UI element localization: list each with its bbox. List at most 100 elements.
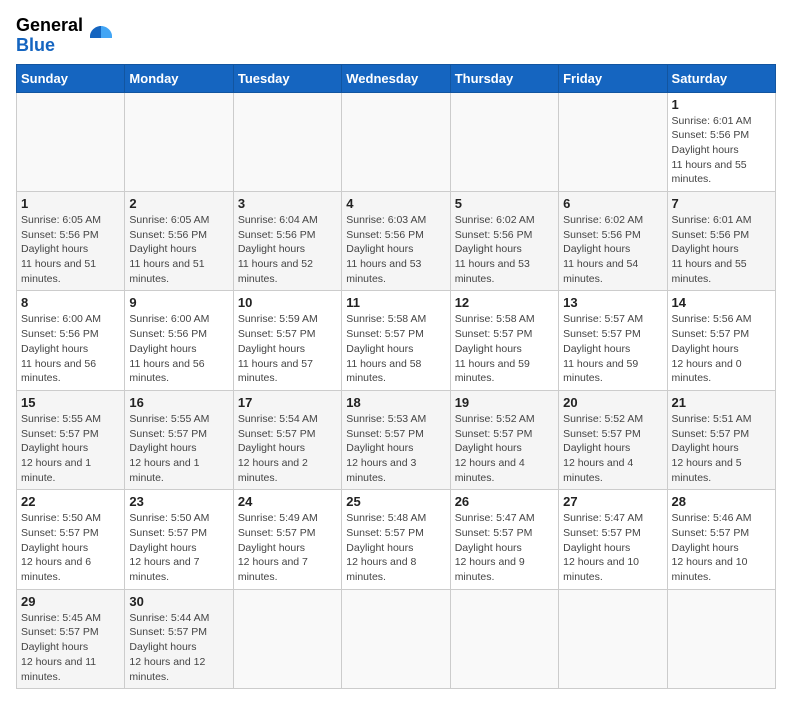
calendar-cell	[342, 92, 450, 191]
page-header: General Blue	[16, 16, 776, 56]
calendar-cell: 1 Sunrise: 6:01 AMSunset: 5:56 PMDaylight…	[667, 92, 775, 191]
calendar-cell: 10 Sunrise: 5:59 AMSunset: 5:57 PMDayligh…	[233, 291, 341, 390]
day-info: Sunrise: 5:46 AMSunset: 5:57 PMDaylight …	[672, 511, 771, 584]
calendar-cell	[667, 589, 775, 688]
calendar-cell: 24 Sunrise: 5:49 AMSunset: 5:57 PMDayligh…	[233, 490, 341, 589]
day-number: 10	[238, 295, 337, 310]
calendar-cell: 8 Sunrise: 6:00 AMSunset: 5:56 PMDaylight…	[17, 291, 125, 390]
calendar-cell: 25 Sunrise: 5:48 AMSunset: 5:57 PMDayligh…	[342, 490, 450, 589]
calendar-cell: 30 Sunrise: 5:44 AMSunset: 5:57 PMDayligh…	[125, 589, 233, 688]
day-number: 7	[672, 196, 771, 211]
day-number: 11	[346, 295, 445, 310]
day-info: Sunrise: 6:05 AMSunset: 5:56 PMDaylight …	[21, 213, 120, 286]
day-info: Sunrise: 5:54 AMSunset: 5:57 PMDaylight …	[238, 412, 337, 485]
calendar-cell: 28 Sunrise: 5:46 AMSunset: 5:57 PMDayligh…	[667, 490, 775, 589]
day-info: Sunrise: 5:58 AMSunset: 5:57 PMDaylight …	[346, 312, 445, 385]
calendar-cell: 27Sunrise: 5:47 AMSunset: 5:57 PMDayligh…	[559, 490, 667, 589]
day-number: 24	[238, 494, 337, 509]
day-info: Sunrise: 5:45 AMSunset: 5:57 PMDaylight …	[21, 611, 120, 684]
calendar-cell: 26 Sunrise: 5:47 AMSunset: 5:57 PMDayligh…	[450, 490, 558, 589]
calendar-cell: 19 Sunrise: 5:52 AMSunset: 5:57 PMDayligh…	[450, 390, 558, 489]
day-info: Sunrise: 5:50 AMSunset: 5:57 PMDaylight …	[129, 511, 228, 584]
day-number: 1	[672, 97, 771, 112]
day-info: Sunrise: 6:02 AMSunset: 5:56 PMDaylight …	[563, 213, 662, 286]
calendar-cell	[559, 589, 667, 688]
calendar-cell: 2Sunrise: 6:05 AMSunset: 5:56 PMDaylight…	[125, 192, 233, 291]
calendar-cell	[450, 589, 558, 688]
day-number: 15	[21, 395, 120, 410]
calendar-week-6: 29Sunrise: 5:45 AMSunset: 5:57 PMDayligh…	[17, 589, 776, 688]
calendar-cell: 16Sunrise: 5:55 AMSunset: 5:57 PMDayligh…	[125, 390, 233, 489]
day-number: 17	[238, 395, 337, 410]
day-number: 1	[21, 196, 120, 211]
day-number: 14	[672, 295, 771, 310]
calendar-cell: 7 Sunrise: 6:01 AMSunset: 5:56 PMDaylight…	[667, 192, 775, 291]
calendar-week-4: 15 Sunrise: 5:55 AMSunset: 5:57 PMDayligh…	[17, 390, 776, 489]
day-number: 2	[129, 196, 228, 211]
day-info: Sunrise: 5:47 AMSunset: 5:57 PMDaylight …	[563, 511, 662, 584]
calendar-cell	[17, 92, 125, 191]
day-info: Sunrise: 5:48 AMSunset: 5:57 PMDaylight …	[346, 511, 445, 584]
header-row: SundayMondayTuesdayWednesdayThursdayFrid…	[17, 64, 776, 92]
logo-icon	[87, 22, 115, 50]
day-number: 13	[563, 295, 662, 310]
day-number: 8	[21, 295, 120, 310]
calendar-cell	[559, 92, 667, 191]
calendar-cell: 14Sunrise: 5:56 AMSunset: 5:57 PMDayligh…	[667, 291, 775, 390]
calendar-cell: 20Sunrise: 5:52 AMSunset: 5:57 PMDayligh…	[559, 390, 667, 489]
day-number: 20	[563, 395, 662, 410]
day-header-thursday: Thursday	[450, 64, 558, 92]
day-header-saturday: Saturday	[667, 64, 775, 92]
day-info: Sunrise: 5:59 AMSunset: 5:57 PMDaylight …	[238, 312, 337, 385]
day-header-tuesday: Tuesday	[233, 64, 341, 92]
day-number: 26	[455, 494, 554, 509]
logo-general: General	[16, 15, 83, 35]
day-number: 4	[346, 196, 445, 211]
calendar-cell	[342, 589, 450, 688]
calendar-week-2: 1 Sunrise: 6:05 AMSunset: 5:56 PMDaylight…	[17, 192, 776, 291]
day-header-friday: Friday	[559, 64, 667, 92]
day-header-monday: Monday	[125, 64, 233, 92]
calendar-cell: 5 Sunrise: 6:02 AMSunset: 5:56 PMDaylight…	[450, 192, 558, 291]
day-info: Sunrise: 5:55 AMSunset: 5:57 PMDaylight …	[129, 412, 228, 485]
calendar-cell: 6Sunrise: 6:02 AMSunset: 5:56 PMDaylight…	[559, 192, 667, 291]
day-number: 30	[129, 594, 228, 609]
calendar-cell: 17 Sunrise: 5:54 AMSunset: 5:57 PMDayligh…	[233, 390, 341, 489]
calendar-table: SundayMondayTuesdayWednesdayThursdayFrid…	[16, 64, 776, 690]
calendar-cell	[233, 589, 341, 688]
calendar-cell: 22Sunrise: 5:50 AMSunset: 5:57 PMDayligh…	[17, 490, 125, 589]
calendar-cell: 23Sunrise: 5:50 AMSunset: 5:57 PMDayligh…	[125, 490, 233, 589]
calendar-week-3: 8 Sunrise: 6:00 AMSunset: 5:56 PMDaylight…	[17, 291, 776, 390]
day-info: Sunrise: 5:55 AMSunset: 5:57 PMDaylight …	[21, 412, 120, 485]
day-number: 28	[672, 494, 771, 509]
day-info: Sunrise: 6:03 AMSunset: 5:56 PMDaylight …	[346, 213, 445, 286]
day-info: Sunrise: 6:01 AMSunset: 5:56 PMDaylight …	[672, 213, 771, 286]
day-info: Sunrise: 6:01 AMSunset: 5:56 PMDaylight …	[672, 114, 771, 187]
day-info: Sunrise: 5:47 AMSunset: 5:57 PMDaylight …	[455, 511, 554, 584]
day-number: 18	[346, 395, 445, 410]
day-info: Sunrise: 5:53 AMSunset: 5:57 PMDaylight …	[346, 412, 445, 485]
calendar-cell: 18 Sunrise: 5:53 AMSunset: 5:57 PMDayligh…	[342, 390, 450, 489]
calendar-cell: 13 Sunrise: 5:57 AMSunset: 5:57 PMDayligh…	[559, 291, 667, 390]
day-info: Sunrise: 5:44 AMSunset: 5:57 PMDaylight …	[129, 611, 228, 684]
calendar-cell: 15 Sunrise: 5:55 AMSunset: 5:57 PMDayligh…	[17, 390, 125, 489]
day-number: 25	[346, 494, 445, 509]
day-number: 21	[672, 395, 771, 410]
logo-blue: Blue	[16, 35, 55, 55]
calendar-cell: 4 Sunrise: 6:03 AMSunset: 5:56 PMDaylight…	[342, 192, 450, 291]
day-header-wednesday: Wednesday	[342, 64, 450, 92]
day-info: Sunrise: 6:00 AMSunset: 5:56 PMDaylight …	[21, 312, 120, 385]
day-info: Sunrise: 5:52 AMSunset: 5:57 PMDaylight …	[455, 412, 554, 485]
calendar-cell: 29Sunrise: 5:45 AMSunset: 5:57 PMDayligh…	[17, 589, 125, 688]
day-info: Sunrise: 5:57 AMSunset: 5:57 PMDaylight …	[563, 312, 662, 385]
day-number: 19	[455, 395, 554, 410]
day-number: 5	[455, 196, 554, 211]
day-number: 12	[455, 295, 554, 310]
calendar-cell: 11 Sunrise: 5:58 AMSunset: 5:57 PMDayligh…	[342, 291, 450, 390]
day-info: Sunrise: 6:00 AMSunset: 5:56 PMDaylight …	[129, 312, 228, 385]
calendar-cell	[125, 92, 233, 191]
day-info: Sunrise: 5:51 AMSunset: 5:57 PMDaylight …	[672, 412, 771, 485]
day-info: Sunrise: 6:02 AMSunset: 5:56 PMDaylight …	[455, 213, 554, 286]
day-number: 3	[238, 196, 337, 211]
day-info: Sunrise: 5:49 AMSunset: 5:57 PMDaylight …	[238, 511, 337, 584]
